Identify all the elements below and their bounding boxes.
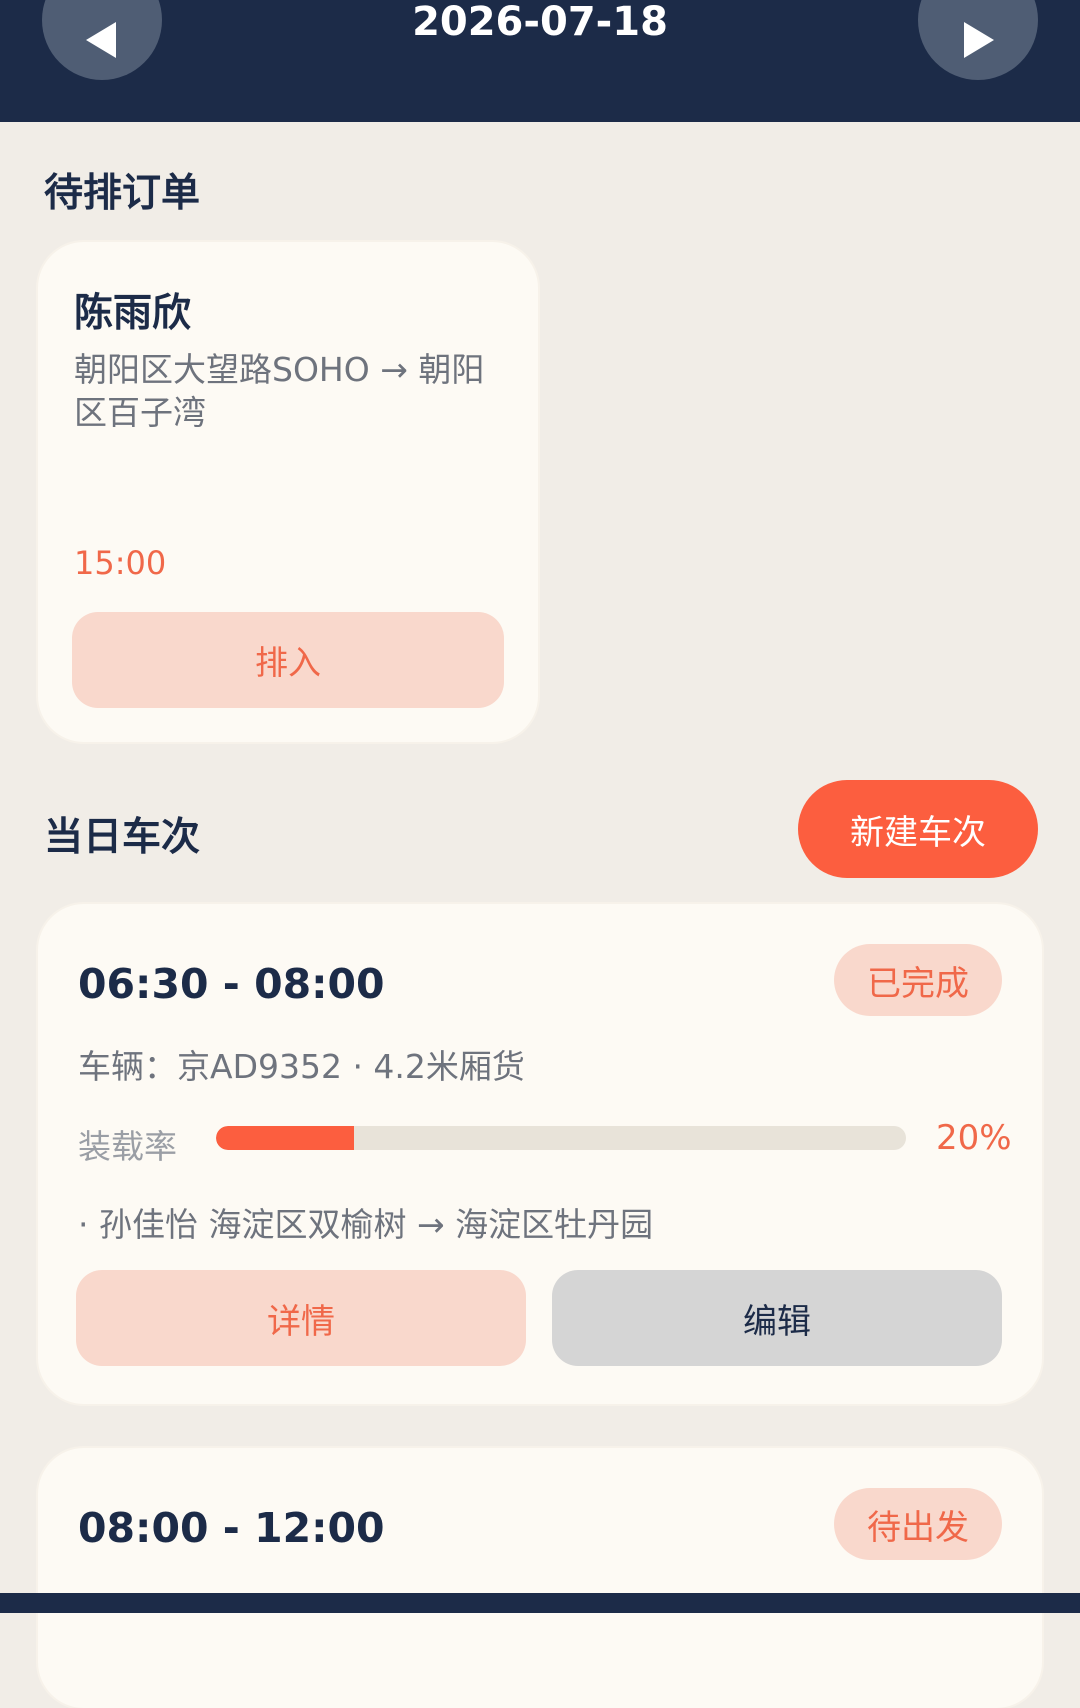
- trip-time-range: 08:00 - 12:00: [78, 1504, 385, 1552]
- trip-time-range: 06:30 - 08:00: [78, 960, 385, 1008]
- pending-order-card: 陈雨欣 朝阳区大望路SOHO → 朝阳区百子湾 15:00 排入: [38, 242, 538, 742]
- order-customer-name: 陈雨欣: [74, 291, 192, 336]
- trips-title: 当日车次: [44, 815, 201, 860]
- top-header: 2026-07-18: [0, 0, 1080, 122]
- trip-card: 08:00 - 12:00 待出发: [38, 1448, 1042, 1708]
- order-time: 15:00: [74, 544, 167, 582]
- bottom-bar: [0, 1593, 1080, 1613]
- pending-orders-title: 待排订单: [44, 171, 201, 216]
- trip-detail-button[interactable]: 详情: [76, 1270, 526, 1366]
- new-trip-button[interactable]: 新建车次: [798, 780, 1038, 878]
- load-rate-percent: 20%: [936, 1118, 1012, 1158]
- status-badge: 待出发: [834, 1488, 1002, 1560]
- load-rate-fill: [216, 1126, 354, 1150]
- order-route: 朝阳区大望路SOHO → 朝阳区百子湾: [74, 350, 485, 432]
- trip-stop: · 孙佳怡 海淀区双榆树 → 海淀区牡丹园: [78, 1205, 654, 1244]
- load-rate-label: 装载率: [78, 1127, 177, 1166]
- load-rate-bar: [216, 1126, 906, 1150]
- next-date-button[interactable]: [918, 0, 1038, 80]
- status-badge: 已完成: [834, 944, 1002, 1016]
- triangle-right-icon: [964, 22, 994, 58]
- trip-edit-button[interactable]: 编辑: [552, 1270, 1002, 1366]
- trip-card: 06:30 - 08:00 已完成 车辆：京AD9352 · 4.2米厢货 装载…: [38, 904, 1042, 1404]
- trip-vehicle: 车辆：京AD9352 · 4.2米厢货: [78, 1047, 525, 1086]
- insert-order-button[interactable]: 排入: [72, 612, 504, 708]
